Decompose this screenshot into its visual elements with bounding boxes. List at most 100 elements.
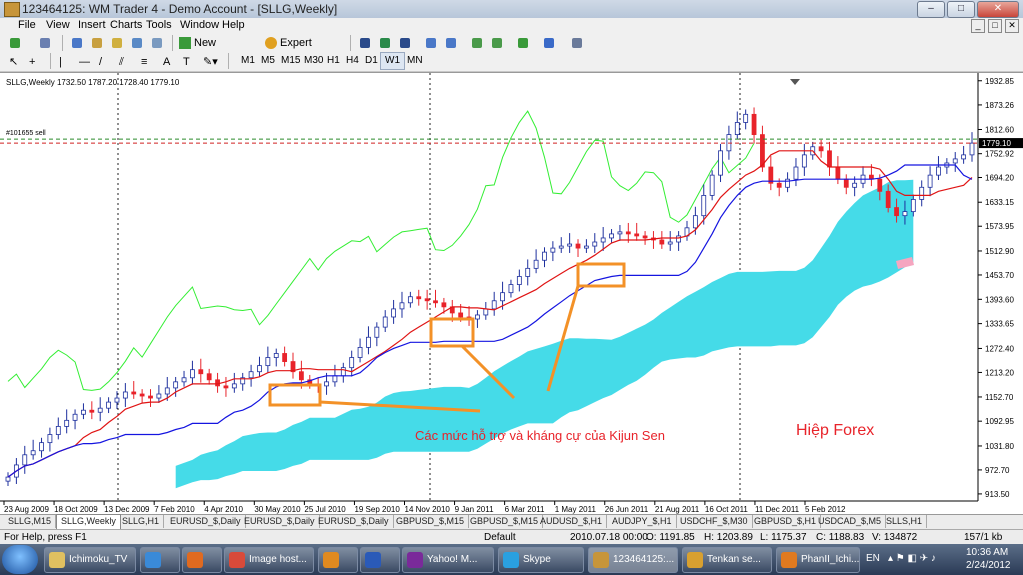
text-tool-icon[interactable]: A	[162, 53, 178, 71]
timeframe-mn[interactable]: MN	[402, 52, 428, 70]
menu-window[interactable]: Window	[180, 19, 219, 31]
taskbar-item-ichimoku[interactable]: Ichimoku_TV	[44, 547, 136, 573]
mdi-close-button[interactable]: ✕	[1005, 19, 1019, 33]
menu-tools[interactable]: Tools	[146, 19, 172, 31]
cursor-icon[interactable]: ↖	[8, 53, 24, 71]
menu-help[interactable]: Help	[222, 19, 245, 31]
candle-body	[391, 308, 397, 318]
templates-icon[interactable]	[568, 34, 586, 52]
label-tool-icon[interactable]: T	[182, 53, 198, 71]
candlestick-icon[interactable]	[376, 34, 394, 52]
candle-body	[265, 357, 271, 367]
menu-file[interactable]: File	[18, 19, 36, 31]
taskbar-item-skype[interactable]: Skype	[498, 547, 584, 573]
line-chart-icon[interactable]	[396, 34, 414, 52]
vertical-line-icon[interactable]: |	[58, 53, 74, 71]
clock-time[interactable]: 10:36 AM	[966, 547, 1008, 558]
minimize-button[interactable]: –	[917, 1, 945, 18]
taskbar-item-tenkan[interactable]: Tenkan se...	[682, 547, 772, 573]
candle-body	[148, 395, 153, 399]
taskbar-item-phanii[interactable]: PhanII_Ichi...	[776, 547, 860, 573]
y-tick-label: 1272.40	[985, 344, 1014, 353]
tab-sllg-weekly[interactable]: SLLG,Weekly	[56, 514, 121, 530]
price-chart[interactable]: 1932.85 1873.26 1812.60 1752.92 1694.20 1633.…	[0, 72, 1023, 514]
bar-chart-icon[interactable]	[356, 34, 374, 52]
candle-body	[22, 454, 28, 466]
tab-sllg-m15[interactable]: SLLG,M15	[4, 515, 57, 528]
new-order-button[interactable]: New Order	[178, 34, 242, 65]
candle-body	[634, 233, 640, 237]
strategy-tester-icon[interactable]	[148, 34, 166, 52]
indicators-icon[interactable]	[514, 34, 532, 52]
tray-icons[interactable]: ▴ ⚑ ◧ ✈ ♪	[888, 553, 936, 564]
tab-audjpy-h1[interactable]: AUDJPY_$,H1	[608, 515, 677, 528]
x-tick-label: 16 Oct 2011	[705, 505, 749, 514]
taskbar-item-media[interactable]	[182, 547, 222, 573]
expert-advisors-button[interactable]: Expert Advisors	[264, 34, 346, 65]
candle-body	[659, 239, 665, 245]
trendline-icon[interactable]: /	[98, 53, 114, 71]
tab-gbpusd-m15-2[interactable]: GBPUSD_$,M15	[466, 515, 544, 528]
channel-icon[interactable]: ⫽	[118, 53, 134, 71]
candle-body	[5, 476, 11, 482]
candle-body	[835, 166, 841, 180]
tab-slls-h1[interactable]: SLLS,H1	[882, 515, 928, 528]
new-chart-icon[interactable]	[6, 34, 24, 52]
tab-gbpusd-m15-1[interactable]: GBPUSD_$,M15	[392, 515, 470, 528]
menu-charts[interactable]: Charts	[110, 19, 142, 31]
x-tick-label: 30 May 2010	[254, 505, 301, 514]
order-label: #101655 sell	[6, 130, 46, 137]
x-tick-label: 21 Aug 2011	[655, 505, 700, 514]
tab-eurusd-daily-2[interactable]: EURUSD_$,Daily	[240, 515, 320, 528]
crosshair-icon[interactable]: +	[28, 53, 44, 71]
media-player-icon	[187, 552, 203, 568]
fibonacci-icon[interactable]: ≡	[140, 53, 156, 71]
tab-eurusd-daily-1[interactable]: EURUSD_$,Daily	[166, 515, 246, 528]
taskbar-item-word[interactable]	[360, 547, 400, 573]
start-button[interactable]	[2, 545, 38, 574]
clock-date[interactable]: 2/24/2012	[966, 560, 1011, 571]
menu-view[interactable]: View	[46, 19, 70, 31]
taskbar-item-ie[interactable]	[140, 547, 180, 573]
tab-eurusd-daily-3[interactable]: EURUSD_$,Daily	[314, 515, 394, 528]
terminal-icon[interactable]	[128, 34, 146, 52]
arrows-icon[interactable]: ✎▾	[202, 53, 224, 71]
chart-header: SLLG,Weekly 1732.50 1787.20 1728.40 1779…	[6, 78, 180, 87]
menu-bar: File View Insert Charts Tools Window Hel…	[0, 18, 1023, 35]
chart-shift-icon[interactable]	[468, 34, 486, 52]
y-tick-label: 913.50	[985, 490, 1010, 499]
y-tick-label: 1512.90	[985, 247, 1014, 256]
candle-body	[181, 377, 187, 383]
autoscroll-icon[interactable]	[488, 34, 506, 52]
taskbar-item-image-host[interactable]: Image host...	[224, 547, 314, 573]
close-button[interactable]: ✕	[977, 1, 1019, 18]
x-tick-label: 25 Jul 2010	[304, 505, 346, 514]
taskbar-item-firefox[interactable]	[318, 547, 358, 573]
chart-canvas[interactable]: 1932.85 1873.26 1812.60 1752.92 1694.20 1633.…	[0, 73, 1023, 514]
language-indicator[interactable]: EN	[866, 553, 880, 564]
taskbar-item-wm-trader[interactable]: 123464125:...	[588, 547, 678, 573]
word-icon	[365, 552, 381, 568]
periods-icon[interactable]	[540, 34, 558, 52]
tab-audusd-h1[interactable]: AUDUSD_$,H1	[536, 515, 608, 528]
horizontal-line-icon[interactable]: —	[78, 53, 94, 71]
menu-insert[interactable]: Insert	[78, 19, 106, 31]
tab-gbpusd-h1[interactable]: GBPUSD_$,H1	[750, 515, 822, 528]
tab-usdcad-m5[interactable]: USDCAD_$,M5	[814, 515, 887, 528]
mdi-restore-button[interactable]: □	[988, 19, 1002, 33]
taskbar-item-yahoo[interactable]: Yahoo! M...	[402, 547, 494, 573]
mdi-minimize-button[interactable]: _	[971, 19, 985, 33]
data-window-icon[interactable]	[108, 34, 126, 52]
navigator-icon[interactable]	[88, 34, 106, 52]
zoom-in-icon[interactable]	[422, 34, 440, 52]
maximize-button[interactable]: □	[947, 1, 975, 18]
tab-sllg-h1[interactable]: SLLG,H1	[118, 515, 165, 528]
tab-usdchf-m30[interactable]: USDCHF_$,M30	[676, 515, 753, 528]
market-watch-icon[interactable]	[68, 34, 86, 52]
zoom-out-icon[interactable]	[442, 34, 460, 52]
profiles-icon[interactable]	[36, 34, 54, 52]
candle-body	[357, 346, 363, 358]
y-tick-label: 1633.15	[985, 198, 1014, 207]
candle-body	[72, 413, 78, 421]
candle-body	[617, 231, 623, 235]
